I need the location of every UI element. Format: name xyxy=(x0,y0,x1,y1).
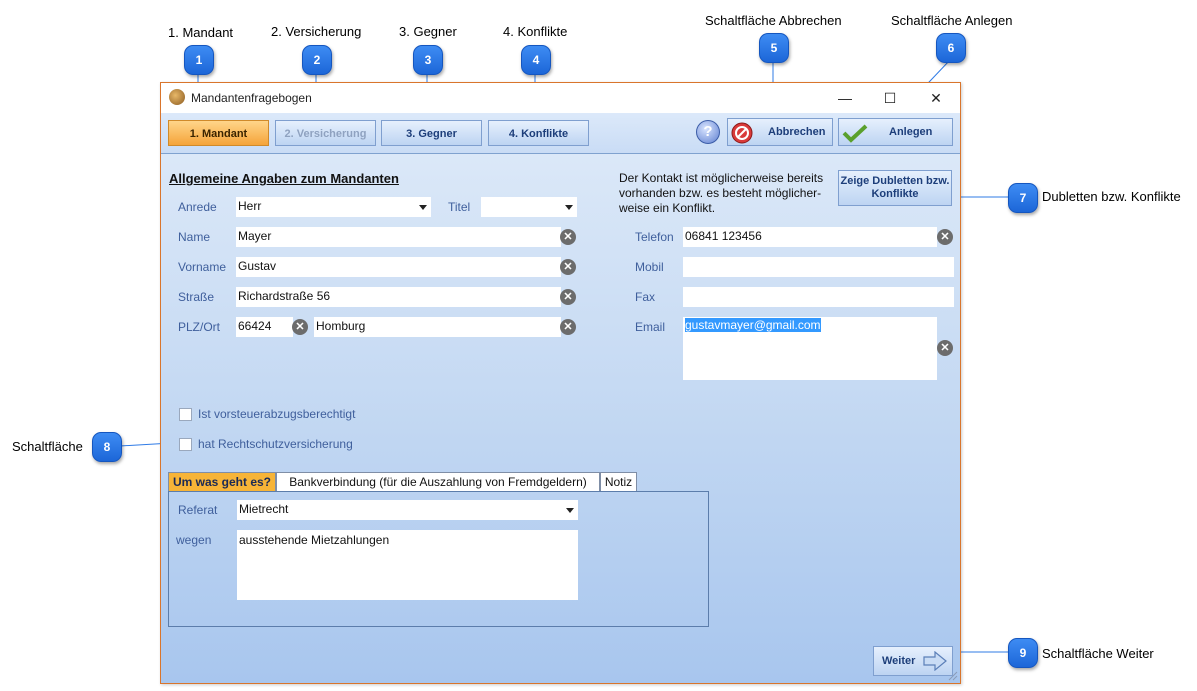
tab-versicherung[interactable]: 2. Versicherung xyxy=(275,120,376,146)
callout-label-3: 3. Gegner xyxy=(399,24,457,39)
cancel-button[interactable]: Abbrechen xyxy=(727,118,833,146)
chevron-down-icon xyxy=(566,508,574,513)
callout-label-2: 2. Versicherung xyxy=(271,24,362,39)
callout-label-4: 4. Konflikte xyxy=(503,24,568,39)
checkmark-icon xyxy=(842,124,868,143)
close-window-button[interactable]: ✕ xyxy=(913,85,959,111)
callout-badge-2: 2 xyxy=(302,45,332,75)
clear-vorname-icon[interactable]: ✕ xyxy=(560,259,576,275)
telefon-label: Telefon xyxy=(635,230,674,244)
plz-field[interactable]: 66424 xyxy=(236,317,293,337)
tab-um-was-geht-es[interactable]: Um was geht es? xyxy=(168,472,276,492)
clear-plz-icon[interactable]: ✕ xyxy=(292,319,308,335)
callout-badge-4: 4 xyxy=(521,45,551,75)
rechtsschutz-checkbox[interactable] xyxy=(179,438,192,451)
clear-email-icon[interactable]: ✕ xyxy=(937,340,953,356)
mandantenfragebogen-window: Mandantenfragebogen — ☐ ✕ 1. Mandant 2. … xyxy=(160,82,961,684)
maximize-button[interactable]: ☐ xyxy=(867,85,913,111)
mobil-field[interactable] xyxy=(683,257,954,277)
help-icon[interactable]: ? xyxy=(696,120,720,144)
chevron-down-icon xyxy=(565,205,573,210)
fax-field[interactable] xyxy=(683,287,954,307)
cancel-label: Abbrechen xyxy=(768,126,826,138)
create-label: Anlegen xyxy=(889,126,933,138)
referat-value: Mietrecht xyxy=(239,502,289,516)
wegen-field[interactable]: ausstehende Mietzahlungen xyxy=(237,530,578,600)
cancel-icon xyxy=(731,122,753,144)
app-logo-icon xyxy=(169,89,185,105)
callout-label-6: Schaltfläche Anlegen xyxy=(891,13,1013,28)
fax-label: Fax xyxy=(635,290,656,304)
callout-label-5: Schaltfläche Abbrechen xyxy=(705,13,842,28)
titel-select[interactable] xyxy=(481,197,577,217)
chevron-down-icon xyxy=(419,205,427,210)
arrow-right-icon xyxy=(923,651,947,671)
referat-select[interactable]: Mietrecht xyxy=(237,500,578,520)
callout-label-1: 1. Mandant xyxy=(168,25,234,40)
window-title: Mandantenfragebogen xyxy=(191,91,312,105)
vorname-field[interactable]: Gustav xyxy=(236,257,561,277)
titel-label: Titel xyxy=(448,200,471,214)
strasse-field[interactable]: Richardstraße 56 xyxy=(236,287,561,307)
tab-mandant[interactable]: 1. Mandant xyxy=(168,120,269,146)
clear-ort-icon[interactable]: ✕ xyxy=(560,319,576,335)
email-label: Email xyxy=(635,320,666,334)
next-button[interactable]: Weiter xyxy=(873,646,953,676)
tab-bankverbindung[interactable]: Bankverbindung (für die Auszahlung von F… xyxy=(276,472,600,492)
section-title: Allgemeine Angaben zum Mandanten xyxy=(169,171,399,186)
vorname-label: Vorname xyxy=(178,260,227,274)
clear-name-icon[interactable]: ✕ xyxy=(560,229,576,245)
tab-notiz[interactable]: Notiz xyxy=(600,472,637,492)
anrede-value: Herr xyxy=(238,199,262,213)
callout-label-7: Dubletten bzw. Konflikte xyxy=(1042,189,1181,204)
callout-badge-7: 7 xyxy=(1008,183,1038,213)
callout-label-9: Schaltfläche Weiter xyxy=(1042,646,1154,661)
telefon-field[interactable]: 06841 123456 xyxy=(683,227,937,247)
ort-field[interactable]: Homburg xyxy=(314,317,561,337)
create-button[interactable]: Anlegen xyxy=(838,118,953,146)
plzort-label: PLZ/Ort xyxy=(178,320,221,334)
email-field[interactable]: gustavmayer@gmail.com xyxy=(683,317,937,380)
vorsteuer-checkbox[interactable] xyxy=(179,408,192,421)
detail-tabpanel: Referat Mietrecht wegen ausstehende Miet… xyxy=(168,491,709,627)
toolbar: 1. Mandant 2. Versicherung 3. Gegner 4. … xyxy=(161,113,960,154)
vorsteuer-label: Ist vorsteuerabzugsberechtigt xyxy=(198,407,356,421)
tab-gegner[interactable]: 3. Gegner xyxy=(381,120,482,146)
callout-badge-8: 8 xyxy=(92,432,122,462)
callout-badge-3: 3 xyxy=(413,45,443,75)
anrede-select[interactable]: Herr xyxy=(236,197,431,217)
mobil-label: Mobil xyxy=(635,260,664,274)
callout-badge-9: 9 xyxy=(1008,638,1038,668)
title-bar: Mandantenfragebogen — ☐ ✕ xyxy=(161,83,960,113)
anrede-label: Anrede xyxy=(178,200,217,214)
clear-telefon-icon[interactable]: ✕ xyxy=(937,229,953,245)
resize-grip-icon[interactable] xyxy=(947,670,958,681)
callout-badge-1: 1 xyxy=(184,45,214,75)
show-duplicates-button[interactable]: Zeige Dubletten bzw. Konflikte xyxy=(838,170,952,206)
callout-badge-5: 5 xyxy=(759,33,789,63)
callout-label-8: Schaltfläche xyxy=(12,439,83,454)
strasse-label: Straße xyxy=(178,290,215,304)
wegen-label: wegen xyxy=(176,533,212,547)
email-value: gustavmayer@gmail.com xyxy=(685,318,821,332)
next-label: Weiter xyxy=(882,655,916,667)
referat-label: Referat xyxy=(178,503,218,517)
minimize-button[interactable]: — xyxy=(822,85,868,111)
name-field[interactable]: Mayer xyxy=(236,227,561,247)
rechtsschutz-label: hat Rechtschutzversicherung xyxy=(198,437,353,451)
tab-konflikte[interactable]: 4. Konflikte xyxy=(488,120,589,146)
name-label: Name xyxy=(178,230,211,244)
clear-strasse-icon[interactable]: ✕ xyxy=(560,289,576,305)
duplicate-note: Der Kontakt ist möglicherweise bereits v… xyxy=(619,171,824,215)
callout-badge-6: 6 xyxy=(936,33,966,63)
